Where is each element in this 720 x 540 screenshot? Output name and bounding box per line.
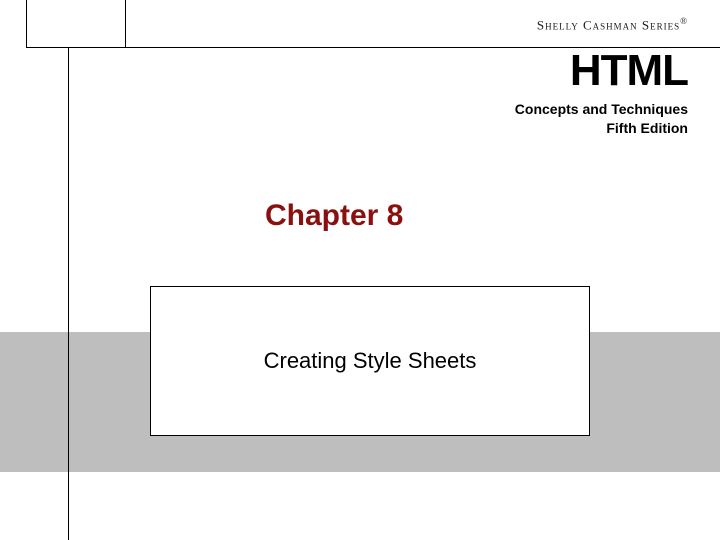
frame-top-box bbox=[26, 0, 126, 48]
book-title: HTML bbox=[570, 46, 688, 96]
frame-vertical-line bbox=[68, 48, 69, 540]
trademark-symbol: ® bbox=[680, 16, 688, 26]
series-name: Shelly Cashman Series® bbox=[537, 16, 688, 33]
subtitle-line-1: Concepts and Techniques bbox=[515, 100, 688, 119]
chapter-topic: Creating Style Sheets bbox=[264, 348, 477, 374]
book-subtitle: Concepts and Techniques Fifth Edition bbox=[515, 100, 688, 138]
subtitle-line-2: Fifth Edition bbox=[515, 119, 688, 138]
chapter-topic-box: Creating Style Sheets bbox=[150, 286, 590, 436]
chapter-label: Chapter 8 bbox=[265, 199, 403, 233]
series-name-text: Shelly Cashman Series bbox=[537, 17, 680, 32]
